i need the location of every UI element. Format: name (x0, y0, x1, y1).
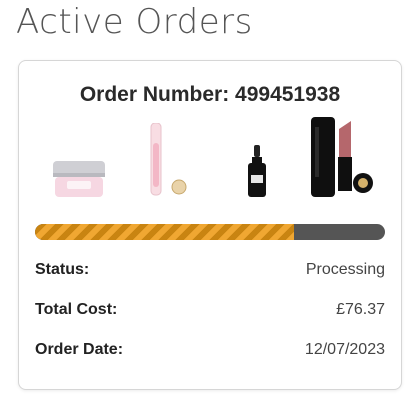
order-number: Order Number: 499451938 (79, 83, 341, 106)
product-image-cream-jar (53, 161, 105, 197)
total-cost-row: Total Cost: £76.37 (35, 301, 385, 319)
total-cost-value: £76.37 (336, 301, 385, 318)
status-value: Processing (305, 261, 385, 278)
order-date-label: Order Date: (35, 341, 124, 358)
product-image-lipstick (311, 117, 373, 197)
order-card[interactable]: Order Number: 499451938 Status: Processi… (18, 60, 402, 390)
order-progress-fill (35, 224, 294, 240)
status-row: Status: Processing (35, 261, 385, 279)
order-date-row: Order Date: 12/07/2023 (35, 341, 385, 359)
page-title: Active Orders (16, 2, 253, 42)
order-date-value: 12/07/2023 (304, 341, 385, 358)
status-label: Status: (35, 261, 90, 278)
product-image-serum (248, 145, 266, 197)
product-thumbnails (37, 117, 383, 217)
total-cost-label: Total Cost: (35, 301, 118, 318)
product-image-lip-gloss (150, 123, 187, 196)
order-progress-bar (35, 224, 385, 240)
